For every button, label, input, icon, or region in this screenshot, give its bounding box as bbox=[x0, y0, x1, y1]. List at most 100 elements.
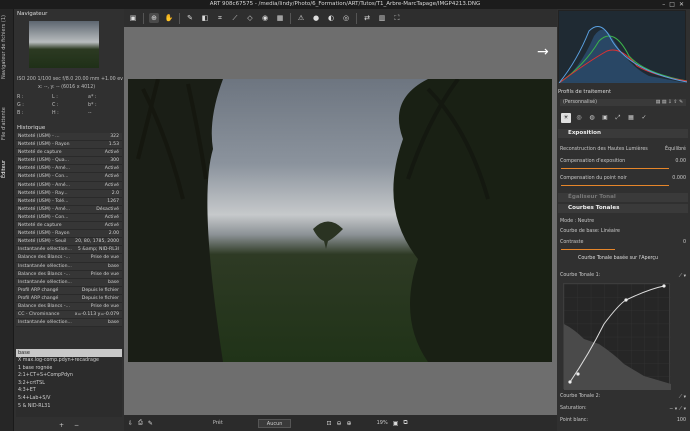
history-row[interactable]: Instantanée sélection... base bbox=[16, 319, 122, 328]
history-row[interactable]: Netteté de capture Activé bbox=[16, 149, 122, 158]
curve-type-icon[interactable]: ⟋ ▾ bbox=[679, 273, 686, 279]
new-window-icon[interactable]: ⧉ bbox=[403, 419, 407, 427]
history-row[interactable]: Balance des Blancs -... Prise de vue bbox=[16, 302, 122, 312]
mode-row[interactable]: Mode : Neutre bbox=[560, 219, 686, 224]
exposure-comp-row[interactable]: Compensation d'exposition 0.00 bbox=[560, 159, 686, 164]
wb-picker-icon[interactable]: ◧ bbox=[200, 13, 210, 23]
mode-value[interactable]: Neutre bbox=[578, 219, 594, 224]
snapshot-item[interactable]: X max.log-comp.pdyn+recadrage bbox=[16, 357, 122, 365]
history-row[interactable]: Netteté (USM) - Amé... Désactivé bbox=[16, 205, 122, 214]
snapshot-list[interactable]: base X max.log-comp.pdyn+recadrage 1 base… bbox=[16, 349, 122, 417]
white-point-row[interactable]: Point blanc: 100 bbox=[560, 418, 686, 423]
history-row[interactable]: Profil ARP changé Depuis le fichier bbox=[16, 294, 122, 303]
profile-actions-icon[interactable]: ▤ ▤ ⇩ ⇧ ✎ bbox=[656, 100, 683, 105]
save-icon[interactable]: ⇩ bbox=[128, 420, 133, 427]
local-tab-icon[interactable]: ▣ bbox=[600, 113, 610, 123]
contrast-slider[interactable] bbox=[561, 249, 615, 250]
history-row[interactable]: Instantanée sélection... 5 &amp; NID-RL3l bbox=[16, 246, 122, 255]
zoom-fit-icon[interactable]: ⊡ bbox=[326, 420, 331, 427]
history-row[interactable]: Netteté de capture Activé bbox=[16, 222, 122, 231]
highlight-icon[interactable]: ● bbox=[311, 13, 321, 23]
minimize-icon[interactable]: – bbox=[662, 1, 665, 8]
compare-icon[interactable]: ⇄ bbox=[362, 13, 372, 23]
exposure-module-header[interactable]: Exposition bbox=[558, 129, 688, 138]
zoom-100-icon[interactable]: ▣ bbox=[393, 420, 399, 427]
zoom-out-icon[interactable]: ⊖ bbox=[337, 420, 342, 427]
close-icon[interactable]: ✕ bbox=[679, 1, 684, 8]
tab-editor[interactable]: Éditeur bbox=[1, 157, 13, 181]
history-row[interactable]: Netteté (USM) - Con... Activé bbox=[16, 173, 122, 182]
zoom-in-icon[interactable]: ⊕ bbox=[347, 420, 352, 427]
fullscreen-icon[interactable]: ⛶ bbox=[392, 13, 402, 23]
detail-tab-icon[interactable]: ◎ bbox=[574, 113, 584, 123]
history-row[interactable]: Balance des Blancs -... Prise de vue bbox=[16, 254, 122, 263]
contrast-value[interactable]: 0 bbox=[683, 240, 686, 245]
black-point-row[interactable]: Compensation du point noir 0.000 bbox=[560, 176, 686, 181]
crop-icon[interactable]: ⌗ bbox=[215, 13, 225, 23]
perspective-icon[interactable]: ◇ bbox=[245, 13, 255, 23]
remove-icon[interactable]: − bbox=[74, 422, 79, 429]
history-row[interactable]: CC - Chrominance x=-0.113 y=-0.079 bbox=[16, 311, 122, 320]
grid-icon[interactable]: ▥ bbox=[377, 13, 387, 23]
history-row[interactable]: Netteté (USM) - Con... Activé bbox=[16, 213, 122, 223]
raw-tab-icon[interactable]: ▦ bbox=[626, 113, 636, 123]
history-row[interactable]: Netteté (USM) - Tolé... 1267 bbox=[16, 197, 122, 206]
black-point-slider[interactable] bbox=[561, 185, 669, 186]
history-row[interactable]: Netteté (USM) - Qua... 300 bbox=[16, 157, 122, 166]
clipboard-icon[interactable]: ▣ bbox=[128, 13, 138, 23]
history-row[interactable]: Netteté (USM) - Rayon 1.53 bbox=[16, 141, 122, 150]
exposure-comp-value[interactable]: 0.00 bbox=[675, 159, 686, 164]
history-row[interactable]: Netteté (USM) - Amé... Activé bbox=[16, 181, 122, 190]
snapshot-selected[interactable]: base bbox=[16, 349, 122, 357]
preview-select[interactable]: Aucun bbox=[257, 418, 292, 428]
history-row[interactable]: Profil ARP changé Depuis le fichier bbox=[16, 286, 122, 295]
contrast-row[interactable]: Contraste 0 bbox=[560, 240, 686, 245]
history-row[interactable]: Instantanée sélection... base bbox=[16, 262, 122, 271]
exposure-comp-slider[interactable] bbox=[561, 168, 669, 169]
edit-external-icon[interactable]: ✎ bbox=[148, 420, 153, 427]
tone-curves-module-header[interactable]: Courbes Tonales bbox=[558, 204, 688, 213]
history-row[interactable]: Balance des Blancs -... Prise de vue bbox=[16, 270, 122, 279]
snapshot-item[interactable]: 5 & NID-RL31 bbox=[16, 403, 122, 411]
snapshot-item[interactable]: 5:4+Lab+S/V bbox=[16, 395, 122, 403]
saturation-type-icon[interactable]: − ▾ ⟋ ▾ bbox=[669, 406, 686, 412]
history-row[interactable]: Netteté (USM) - Amé... Activé bbox=[16, 165, 122, 174]
maximize-icon[interactable]: □ bbox=[669, 1, 675, 8]
tab-queue[interactable]: File d'attente bbox=[1, 105, 13, 143]
color-tab-icon[interactable]: ◍ bbox=[587, 113, 597, 123]
shadow-icon[interactable]: ◐ bbox=[326, 13, 336, 23]
profile-select[interactable]: (Personnalisé) ▤ ▤ ⇩ ⇧ ✎ bbox=[560, 99, 686, 106]
white-point-value[interactable]: 100 bbox=[677, 418, 686, 423]
straighten-icon[interactable]: ⟋ bbox=[230, 13, 240, 23]
history-row[interactable]: Netteté (USM) - Rayon 2.00 bbox=[16, 230, 122, 239]
transform-tab-icon[interactable]: ⤢ bbox=[613, 113, 623, 123]
mask-icon[interactable]: ▦ bbox=[275, 13, 285, 23]
metadata-tab-icon[interactable]: ✓ bbox=[639, 113, 649, 123]
curve2-row[interactable]: Courbe Tonale 2: ⟋ ▾ bbox=[560, 394, 686, 400]
base-curve-row[interactable]: Courbe de base: Linéaire bbox=[560, 229, 686, 234]
history-list[interactable]: Netteté (USM) - ... 322 Netteté (USM) - Ra… bbox=[16, 133, 122, 338]
history-row[interactable]: Netteté (USM) - Seuil 20, 80, 1785, 2000 bbox=[16, 238, 122, 247]
focus-icon[interactable]: ◎ bbox=[341, 13, 351, 23]
curve1-row[interactable]: Courbe Tonale 1: ⟋ ▾ bbox=[560, 273, 686, 279]
spot-icon[interactable]: ◉ bbox=[260, 13, 270, 23]
preview-image[interactable] bbox=[128, 79, 552, 362]
reconstruction-value[interactable]: Équilibré bbox=[665, 147, 686, 152]
hand-icon[interactable]: ✋ bbox=[164, 13, 174, 23]
crosshair-icon[interactable]: ⊕ bbox=[149, 13, 159, 23]
black-point-value[interactable]: 0.000 bbox=[672, 176, 686, 181]
tab-file-browser[interactable]: Navigateur de fichiers (1) bbox=[1, 15, 13, 79]
snapshot-item[interactable]: 3:2+crtTSL bbox=[16, 380, 122, 388]
base-curve-value[interactable]: Linéaire bbox=[601, 229, 620, 234]
tone-curve-editor[interactable] bbox=[563, 283, 671, 390]
warning-icon[interactable]: ⚠ bbox=[296, 13, 306, 23]
queue-icon[interactable]: ⎙ bbox=[138, 419, 143, 427]
tone-eq-module-header[interactable]: Égaliseur Tonal bbox=[558, 193, 688, 202]
curve2-type-icon[interactable]: ⟋ ▾ bbox=[679, 394, 686, 400]
history-row[interactable]: Instantanée sélection... base bbox=[16, 278, 122, 287]
exposure-tab-icon[interactable]: ☀ bbox=[561, 113, 571, 123]
add-icon[interactable]: + bbox=[59, 422, 64, 429]
navigator-thumbnail[interactable] bbox=[29, 21, 99, 68]
history-row[interactable]: Netteté (USM) - ... 322 bbox=[16, 133, 122, 142]
history-row[interactable]: Netteté (USM) - Ray... 2.0 bbox=[16, 189, 122, 198]
